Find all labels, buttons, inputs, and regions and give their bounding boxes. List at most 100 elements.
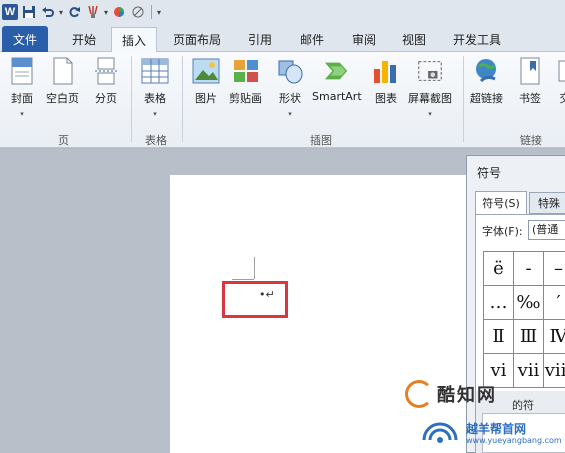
- margin-marker-horizontal: [232, 279, 254, 280]
- watermark-site-text: 越羊帮首网 www.yueyangbang.com: [466, 422, 562, 446]
- symbol-cell[interactable]: ⅶ: [514, 354, 544, 388]
- shapes-label: 形状: [279, 92, 301, 105]
- shapes-icon: [276, 56, 304, 86]
- format-painter-icon[interactable]: [85, 4, 101, 20]
- symbol-cell[interactable]: -: [514, 252, 544, 286]
- bookmark-label: 书签: [519, 92, 541, 105]
- highlighted-insertion-point: •↵: [222, 281, 288, 318]
- shapes-dropdown-icon[interactable]: ▾: [288, 110, 292, 118]
- blank-page-icon: [49, 56, 77, 86]
- ribbon-insert: 封面 ▾ 空白页 分页 页 表格 ▾ 表格 图片 剪贴画 形状 ▾ SmartA…: [0, 52, 565, 148]
- symbol-cell[interactable]: Ⅳ: [544, 320, 565, 354]
- tab-home[interactable]: 开始: [62, 27, 106, 52]
- hyperlink-button[interactable]: 超链接: [470, 56, 503, 106]
- margin-marker-vertical: [254, 257, 255, 279]
- tab-page-layout[interactable]: 页面布局: [164, 27, 230, 52]
- symbol-cell[interactable]: ë: [484, 252, 514, 286]
- smartart-label: SmartArt: [312, 90, 362, 103]
- tab-developer[interactable]: 开发工具: [446, 27, 508, 52]
- cross-reference-icon: [551, 56, 565, 86]
- cross-reference-label: 交: [560, 90, 565, 106]
- symbol-cell[interactable]: ′: [544, 286, 565, 320]
- symbol-cell[interactable]: Ⅱ: [484, 320, 514, 354]
- page-break-icon: [92, 56, 120, 86]
- watermark-brand: 酷知网: [405, 380, 497, 408]
- cross-reference-button[interactable]: 交: [551, 56, 565, 106]
- table-icon: [141, 56, 169, 86]
- table-button[interactable]: 表格 ▾: [141, 56, 169, 118]
- symbol-cell[interactable]: …: [484, 286, 514, 320]
- undo-dropdown-icon[interactable]: ▾: [59, 8, 63, 17]
- dialog-title: 符号: [477, 166, 502, 180]
- group-label-illustrations: 插图: [310, 134, 332, 147]
- symbol-grid: ë - – … ‰ ′ Ⅱ Ⅲ Ⅳ ⅵ ⅶ ⅷ: [483, 251, 565, 388]
- toolbar-divider: [151, 5, 153, 19]
- bookmark-button[interactable]: 书签: [516, 56, 544, 106]
- blank-page-button[interactable]: 空白页: [46, 56, 79, 106]
- symbol-cell[interactable]: Ⅲ: [514, 320, 544, 354]
- page-break-label: 分页: [95, 92, 117, 105]
- tab-file[interactable]: 文件: [2, 26, 48, 52]
- cover-page-dropdown-icon[interactable]: ▾: [20, 110, 24, 118]
- ribbon-tab-bar: 文件 开始 插入 页面布局 引用 邮件 审阅 视图 开发工具: [0, 24, 565, 53]
- font-select[interactable]: (普通: [528, 220, 565, 240]
- picture-button[interactable]: 图片: [192, 56, 220, 106]
- word-logo-icon: W: [2, 4, 18, 20]
- tab-view[interactable]: 视图: [394, 27, 434, 52]
- screenshot-icon: [416, 56, 444, 86]
- cover-page-button[interactable]: 封面 ▾: [8, 56, 36, 118]
- hyperlink-icon: [473, 56, 501, 86]
- symbol-cell[interactable]: –: [544, 252, 565, 286]
- group-label-tables: 表格: [145, 134, 167, 147]
- smartart-button[interactable]: SmartArt: [312, 56, 362, 103]
- cover-page-icon: [8, 56, 36, 86]
- watermark-site-name: 越羊帮首网: [466, 422, 527, 436]
- hyperlink-label: 超链接: [470, 92, 503, 105]
- screenshot-label: 屏幕截图: [408, 92, 452, 105]
- tab-references[interactable]: 引用: [240, 27, 280, 52]
- group-label-links: 链接: [520, 134, 542, 147]
- symbol-cell[interactable]: ‰: [514, 286, 544, 320]
- watermark-brand-text: 酷知网: [437, 385, 497, 406]
- page-break-button[interactable]: 分页: [92, 56, 120, 106]
- save-icon[interactable]: [21, 4, 37, 20]
- chart-label: 图表: [375, 92, 397, 105]
- chart-button[interactable]: 图表: [372, 56, 400, 106]
- font-label: 字体(F):: [482, 225, 523, 238]
- customize-toolbar-icon[interactable]: ▾: [157, 8, 161, 17]
- group-divider: [182, 56, 183, 142]
- table-dropdown-icon[interactable]: ▾: [153, 110, 157, 118]
- smartart-icon: [323, 56, 351, 86]
- picture-icon: [192, 56, 220, 86]
- watermark-site-url: www.yueyangbang.com: [466, 436, 562, 445]
- group-divider: [463, 56, 464, 142]
- paint-dropdown-icon[interactable]: ▾: [104, 8, 108, 17]
- no-format-icon[interactable]: [130, 4, 146, 20]
- watermark-site: 越羊帮首网 www.yueyangbang.com: [420, 410, 562, 446]
- color-wheel-icon[interactable]: [111, 4, 127, 20]
- group-divider: [131, 56, 132, 142]
- tab-mailings[interactable]: 邮件: [292, 27, 332, 52]
- undo-icon[interactable]: [40, 4, 56, 20]
- clipart-button[interactable]: 剪贴画: [229, 56, 262, 106]
- quick-access-toolbar: W ▾ ▾ ▾: [0, 0, 565, 24]
- tab-special-characters[interactable]: 特殊: [529, 192, 565, 214]
- bookmark-icon: [516, 56, 544, 86]
- screenshot-button[interactable]: 屏幕截图 ▾: [408, 56, 452, 118]
- tab-insert[interactable]: 插入: [111, 27, 157, 53]
- shapes-button[interactable]: 形状 ▾: [276, 56, 304, 118]
- symbol-dialog: 符号 符号(S) 特殊 字体(F): (普通 ë - – … ‰ ′ Ⅱ Ⅲ Ⅳ…: [466, 155, 565, 453]
- redo-icon[interactable]: [66, 4, 82, 20]
- blank-page-label: 空白页: [46, 92, 79, 105]
- clipart-label: 剪贴画: [229, 92, 262, 105]
- watermark-site-logo-icon: [420, 410, 460, 446]
- table-label: 表格: [144, 92, 166, 105]
- paragraph-mark: •↵: [259, 288, 275, 301]
- picture-label: 图片: [195, 92, 217, 105]
- screenshot-dropdown-icon[interactable]: ▾: [428, 110, 432, 118]
- tab-symbols[interactable]: 符号(S): [475, 191, 527, 215]
- tab-review[interactable]: 审阅: [344, 27, 384, 52]
- cover-page-label: 封面: [11, 92, 33, 105]
- chart-icon: [372, 56, 400, 86]
- symbol-cell[interactable]: ⅷ: [544, 354, 565, 388]
